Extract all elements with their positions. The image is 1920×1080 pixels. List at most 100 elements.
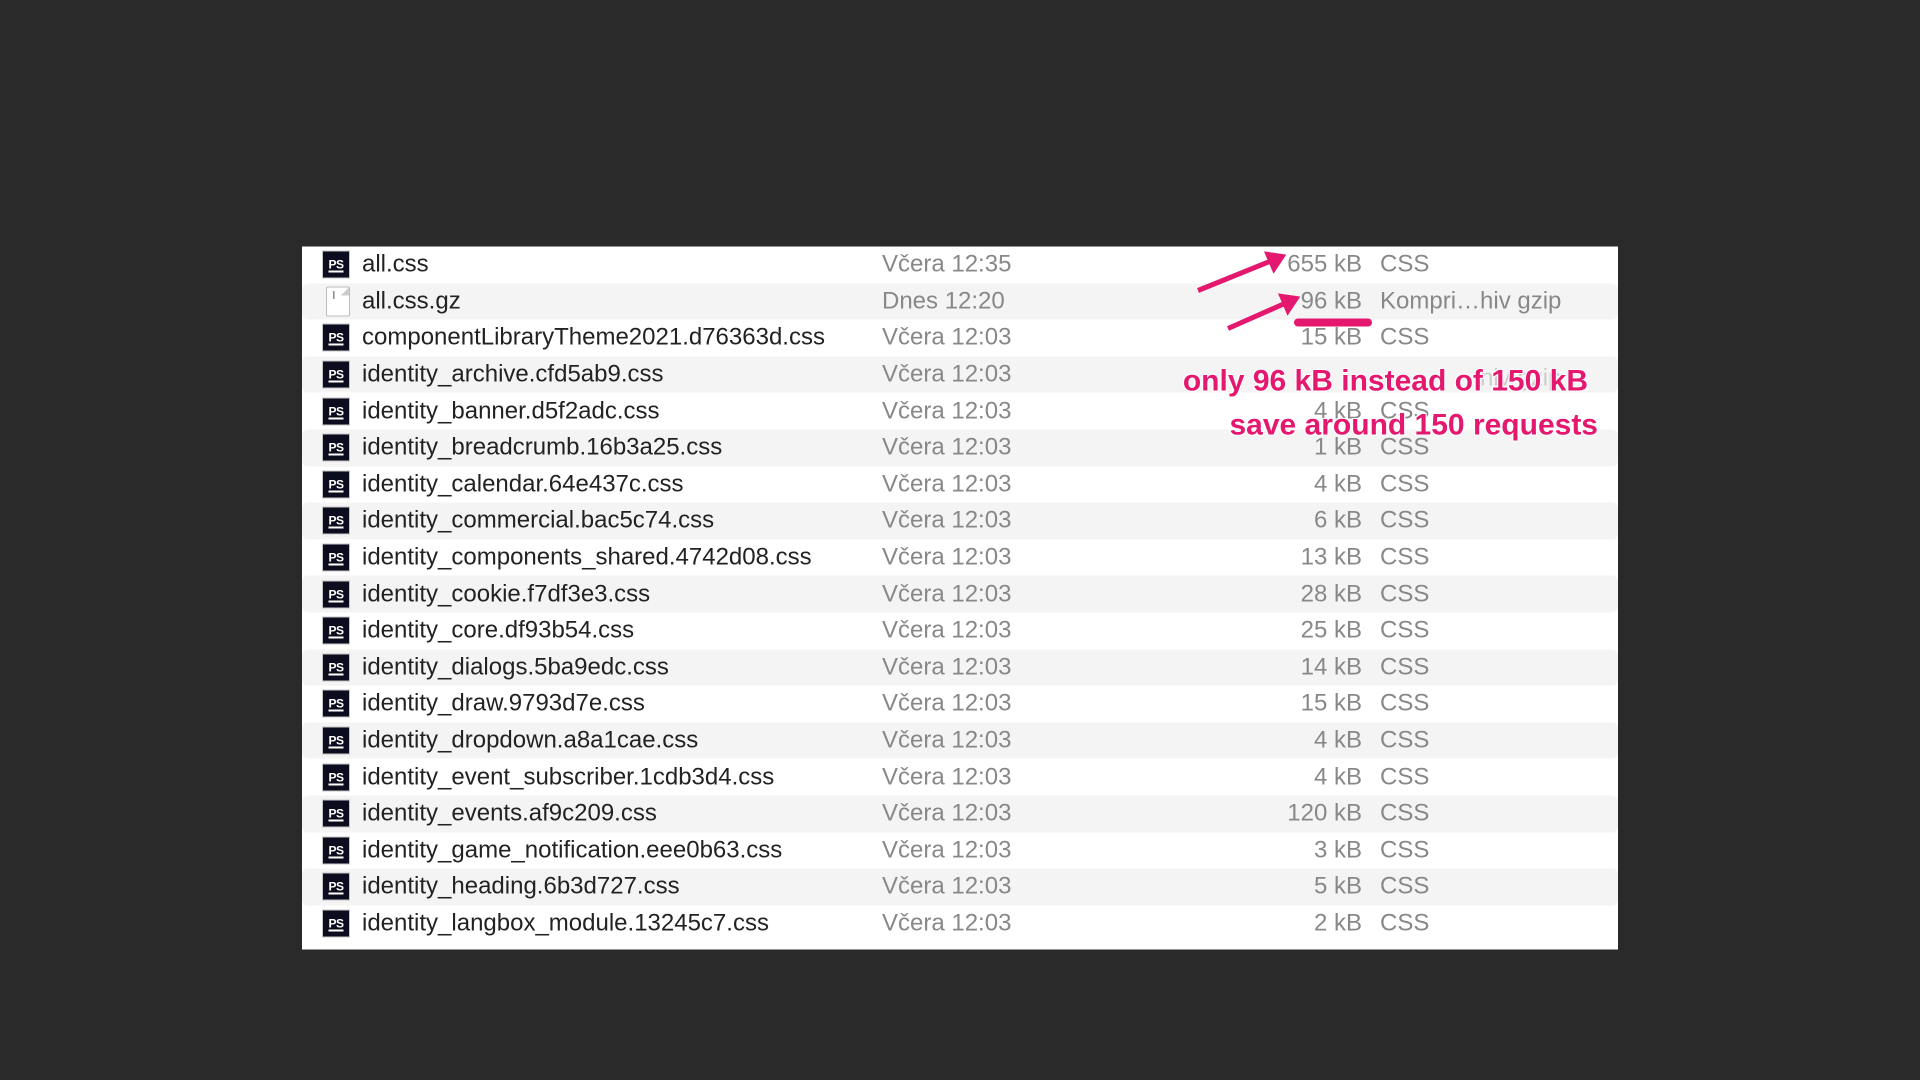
file-kind: CSS <box>1380 653 1618 681</box>
file-name: identity_event_subscriber.1cdb3d4.css <box>350 763 882 791</box>
file-name: identity_components_shared.4742d08.css <box>350 544 882 572</box>
file-date: Včera 12:03 <box>882 909 1192 937</box>
file-kind: CSS <box>1380 470 1618 498</box>
file-size: 4 kB <box>1192 397 1380 425</box>
file-kind: CSS <box>1380 434 1618 462</box>
file-size: 13 kB <box>1192 544 1380 572</box>
file-name: identity_calendar.64e437c.css <box>350 470 882 498</box>
file-row[interactable]: identity_events.af9c209.cssVčera 12:0312… <box>302 795 1618 832</box>
file-size: 4 kB <box>1192 470 1380 498</box>
file-name: componentLibraryTheme2021.d76363d.css <box>350 324 882 352</box>
ps-file-icon <box>322 763 350 791</box>
file-name: identity_core.df93b54.css <box>350 617 882 645</box>
file-date: Včera 12:03 <box>882 763 1192 791</box>
file-name: identity_archive.cfd5ab9.css <box>350 361 882 389</box>
file-size: 14 kB <box>1192 653 1380 681</box>
file-date: Včera 12:03 <box>882 653 1192 681</box>
file-kind: CSS <box>1380 397 1618 425</box>
file-kind: CSS <box>1380 690 1618 718</box>
ps-file-icon <box>322 507 350 535</box>
file-date: Včera 12:03 <box>882 361 1192 389</box>
file-size: 15 kB <box>1192 324 1380 352</box>
ps-file-icon <box>322 361 350 389</box>
file-date: Včera 12:03 <box>882 727 1192 755</box>
file-kind: CSS <box>1380 580 1618 608</box>
file-kind: CSS <box>1380 727 1618 755</box>
file-size: 655 kB <box>1192 251 1380 279</box>
file-name: identity_langbox_module.13245c7.css <box>350 909 882 937</box>
file-name: identity_game_notification.eee0b63.css <box>350 836 882 864</box>
file-kind: CSS <box>1380 617 1618 645</box>
ps-file-icon <box>322 470 350 498</box>
file-row[interactable]: identity_draw.9793d7e.cssVčera 12:0315 k… <box>302 686 1618 723</box>
file-size: 6 kB <box>1192 507 1380 535</box>
file-size: 120 kB <box>1192 800 1380 828</box>
ps-file-icon <box>322 580 350 608</box>
ps-file-icon <box>322 434 350 462</box>
file-size: 3 kB <box>1192 836 1380 864</box>
file-kind: CSS <box>1380 873 1618 901</box>
file-date: Včera 12:03 <box>882 617 1192 645</box>
file-date: Včera 12:03 <box>882 690 1192 718</box>
file-row[interactable]: identity_heading.6b3d727.cssVčera 12:035… <box>302 869 1618 906</box>
file-kind: CSS <box>1380 763 1618 791</box>
file-name: identity_cookie.f7df3e3.css <box>350 580 882 608</box>
file-date: Včera 12:03 <box>882 580 1192 608</box>
file-date: Včera 12:03 <box>882 324 1192 352</box>
file-name: all.css <box>350 251 882 279</box>
file-row[interactable]: identity_breadcrumb.16b3a25.cssVčera 12:… <box>302 429 1618 466</box>
file-name: all.css.gz <box>350 287 882 315</box>
file-size: 15 kB <box>1192 690 1380 718</box>
file-row[interactable]: all.cssVčera 12:35655 kBCSS <box>302 247 1618 284</box>
file-kind: CSS <box>1380 836 1618 864</box>
file-name: identity_commercial.bac5c74.css <box>350 507 882 535</box>
file-size: 2 kB <box>1192 909 1380 937</box>
ps-file-icon <box>322 727 350 755</box>
file-row[interactable]: identity_components_shared.4742d08.cssVč… <box>302 539 1618 576</box>
file-name: identity_banner.d5f2adc.css <box>350 397 882 425</box>
file-row[interactable]: identity_langbox_module.13245c7.cssVčera… <box>302 905 1618 942</box>
file-name: identity_dropdown.a8a1cae.css <box>350 727 882 755</box>
file-row[interactable]: identity_commercial.bac5c74.cssVčera 12:… <box>302 503 1618 540</box>
file-size: 25 kB <box>1192 617 1380 645</box>
file-row[interactable]: identity_event_subscriber.1cdb3d4.cssVče… <box>302 759 1618 796</box>
ps-file-icon <box>322 800 350 828</box>
file-size: 28 kB <box>1192 580 1380 608</box>
file-row[interactable]: identity_archive.cfd5ab9.cssVčera 12:03 <box>302 356 1618 393</box>
file-date: Včera 12:03 <box>882 544 1192 572</box>
file-kind: CSS <box>1380 544 1618 572</box>
file-name: identity_heading.6b3d727.css <box>350 873 882 901</box>
file-listing-panel: all.cssVčera 12:35655 kBCSSall.css.gzDne… <box>302 247 1618 950</box>
file-row[interactable]: identity_dropdown.a8a1cae.cssVčera 12:03… <box>302 722 1618 759</box>
ps-file-icon <box>322 617 350 645</box>
file-row[interactable]: componentLibraryTheme2021.d76363d.cssVče… <box>302 320 1618 357</box>
file-row[interactable]: identity_calendar.64e437c.cssVčera 12:03… <box>302 466 1618 503</box>
ps-file-icon <box>322 251 350 279</box>
ps-file-icon <box>322 873 350 901</box>
file-row[interactable]: identity_core.df93b54.cssVčera 12:0325 k… <box>302 612 1618 649</box>
file-row[interactable]: identity_dialogs.5ba9edc.cssVčera 12:031… <box>302 649 1618 686</box>
file-size: 4 kB <box>1192 727 1380 755</box>
file-name: identity_breadcrumb.16b3a25.css <box>350 434 882 462</box>
file-size: 1 kB <box>1192 434 1380 462</box>
file-size: 5 kB <box>1192 873 1380 901</box>
file-date: Včera 12:03 <box>882 836 1192 864</box>
file-date: Včera 12:35 <box>882 251 1192 279</box>
file-row[interactable]: all.css.gzDnes 12:2096 kBKompri…hiv gzip <box>302 283 1618 320</box>
file-date: Včera 12:03 <box>882 800 1192 828</box>
file-row[interactable]: identity_game_notification.eee0b63.cssVč… <box>302 832 1618 869</box>
file-date: Včera 12:03 <box>882 397 1192 425</box>
file-size: 4 kB <box>1192 763 1380 791</box>
file-date: Včera 12:03 <box>882 507 1192 535</box>
file-kind: CSS <box>1380 507 1618 535</box>
file-kind: CSS <box>1380 324 1618 352</box>
ps-file-icon <box>322 690 350 718</box>
file-kind: Kompri…hiv gzip <box>1380 287 1618 315</box>
file-date: Včera 12:03 <box>882 470 1192 498</box>
ps-file-icon <box>322 909 350 937</box>
file-row[interactable]: identity_banner.d5f2adc.cssVčera 12:034 … <box>302 393 1618 430</box>
file-row[interactable]: identity_cookie.f7df3e3.cssVčera 12:0328… <box>302 576 1618 613</box>
ps-file-icon <box>322 653 350 681</box>
file-kind: CSS <box>1380 251 1618 279</box>
file-name: identity_dialogs.5ba9edc.css <box>350 653 882 681</box>
